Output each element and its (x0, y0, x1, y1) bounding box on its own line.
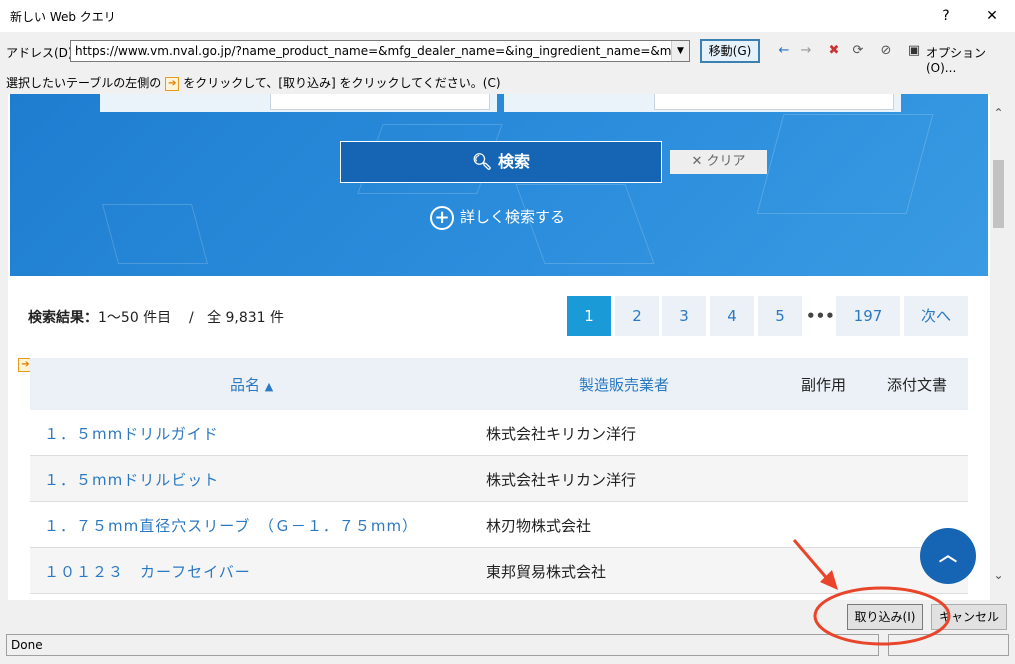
header-documents: 添付文書 (887, 376, 948, 394)
search-icon: 🔍︎ (472, 152, 493, 171)
table-row: １．５mmドリルビット 株式会社キリカン洋行 (30, 456, 968, 502)
product-name-link[interactable]: １．５mmドリルガイド (44, 423, 219, 444)
scroll-up-icon[interactable]: ⌃ (990, 106, 1007, 120)
product-name-link[interactable]: １．７５mm直径穴スリーブ （Ｇ－１．７５mm） (44, 515, 418, 536)
page-1-button[interactable]: 1 (567, 296, 611, 336)
page-5-button[interactable]: 5 (758, 296, 802, 336)
table-row: １．５mmドリルガイド 株式会社キリカン洋行 (30, 410, 968, 456)
window-title: 新しい Web クエリ (10, 10, 116, 24)
options-button[interactable]: オプション(O)... (926, 44, 1015, 75)
result-label: 検索結果： (28, 310, 98, 326)
maker-name: 株式会社キリカン洋行 (486, 471, 637, 489)
next-page-button[interactable]: 次へ (904, 296, 968, 336)
vertical-scrollbar[interactable]: ⌃ ⌄ (990, 94, 1007, 600)
web-view: 🔍︎ 検索 ✕ クリア + 詳しく検索する 検索結果：1〜50 件目 / 全 9,… (8, 94, 990, 600)
header-maker[interactable]: 製造販売業者 (579, 374, 669, 395)
hexagon-decoration (756, 114, 934, 214)
page-2-button[interactable]: 2 (615, 296, 659, 336)
instruction-suffix: をクリックして、[取り込み] をクリックしてください。(C) (183, 76, 501, 90)
status-bar: Done (6, 634, 879, 656)
page-3-button[interactable]: 3 (662, 296, 706, 336)
chevron-down-icon[interactable]: ▼ (671, 41, 689, 61)
pagination-ellipsis: ••• (806, 307, 835, 325)
result-range: 1〜50 件目 (98, 310, 172, 326)
header-name[interactable]: 品名 ▲ (230, 374, 273, 395)
text-field-right[interactable] (654, 94, 894, 110)
instruction-prefix: 選択したいテーブルの左側の (6, 76, 162, 90)
search-button-label: 検索 (497, 152, 530, 171)
scroll-down-icon[interactable]: ⌄ (990, 568, 1007, 582)
text-field-left[interactable] (270, 94, 490, 110)
field-row-left (100, 94, 497, 112)
result-count: 検索結果：1〜50 件目 / 全 9,831 件 (28, 307, 284, 327)
title-bar: 新しい Web クエリ ? ✕ (0, 0, 1015, 32)
result-separator: / (188, 310, 194, 326)
scroll-to-top-button[interactable]: ︿ (920, 528, 976, 584)
table-header: 品名 ▲ 製造販売業者 副作用 添付文書 (30, 358, 968, 410)
header-name-label: 品名 (230, 376, 261, 394)
table-row: １０１２３ カーフセイバー 東邦貿易株式会社 (30, 548, 968, 594)
refresh-icon[interactable]: ⟳ (850, 43, 866, 59)
clear-button-label: クリア (706, 154, 746, 169)
hide-icons-icon[interactable]: ⊘ (878, 43, 894, 59)
cancel-button[interactable]: キャンセル (931, 604, 1007, 630)
search-button[interactable]: 🔍︎ 検索 (340, 141, 662, 183)
product-name-link[interactable]: １．５mmドリルビット (44, 469, 219, 490)
plus-circle-icon: + (430, 205, 454, 230)
hexagon-decoration (101, 204, 209, 264)
address-label: アドレス(D): (6, 46, 77, 60)
clear-button[interactable]: ✕ クリア (670, 150, 767, 174)
maker-name: 林刃物株式会社 (486, 517, 592, 535)
stop-icon[interactable]: ✖ (826, 43, 842, 59)
help-icon[interactable]: ? (934, 6, 958, 26)
advanced-search-label: 詳しく検索する (460, 208, 566, 226)
page-4-button[interactable]: 4 (710, 296, 754, 336)
scrollbar-thumb[interactable] (993, 160, 1004, 228)
maker-name: 東邦貿易株式会社 (486, 563, 607, 581)
sort-ascending-icon: ▲ (264, 380, 274, 393)
address-url: https://www.vm.nval.go.jp/?name_product_… (75, 44, 687, 58)
product-name-link[interactable]: １０１２３ カーフセイバー (44, 561, 251, 582)
result-total: 全 9,831 件 (207, 310, 285, 326)
import-button[interactable]: 取り込み(I) (847, 604, 923, 630)
status-text: Done (11, 638, 43, 652)
save-query-icon[interactable]: ▣ (906, 43, 922, 59)
close-icon[interactable]: ✕ (980, 6, 1004, 26)
address-input[interactable]: https://www.vm.nval.go.jp/?name_product_… (70, 40, 690, 62)
back-icon[interactable]: ← (776, 43, 792, 59)
search-panel: 🔍︎ 検索 ✕ クリア + 詳しく検索する (10, 94, 988, 276)
table-row: １．７５mm直径穴スリーブ （Ｇ－１．７５mm） 林刃物株式会社 (30, 502, 968, 548)
table-arrow-icon: ➔ (165, 76, 180, 91)
close-icon: ✕ (691, 154, 703, 169)
status-bar-pane (888, 634, 1009, 656)
advanced-search-link[interactable]: + 詳しく検索する (430, 205, 565, 230)
instruction-text: 選択したいテーブルの左側の ➔ をクリックして、[取り込み] をクリックしてください… (6, 74, 501, 91)
go-button[interactable]: 移動(G) (700, 39, 760, 63)
forward-icon[interactable]: → (798, 43, 814, 59)
address-bar: アドレス(D): https://www.vm.nval.go.jp/?name… (0, 36, 1015, 75)
header-side-effects: 副作用 (801, 376, 847, 394)
maker-name: 株式会社キリカン洋行 (486, 425, 637, 443)
field-row-right (504, 94, 901, 112)
chevron-up-icon: ︿ (939, 545, 957, 566)
page-last-button[interactable]: 197 (836, 296, 900, 336)
